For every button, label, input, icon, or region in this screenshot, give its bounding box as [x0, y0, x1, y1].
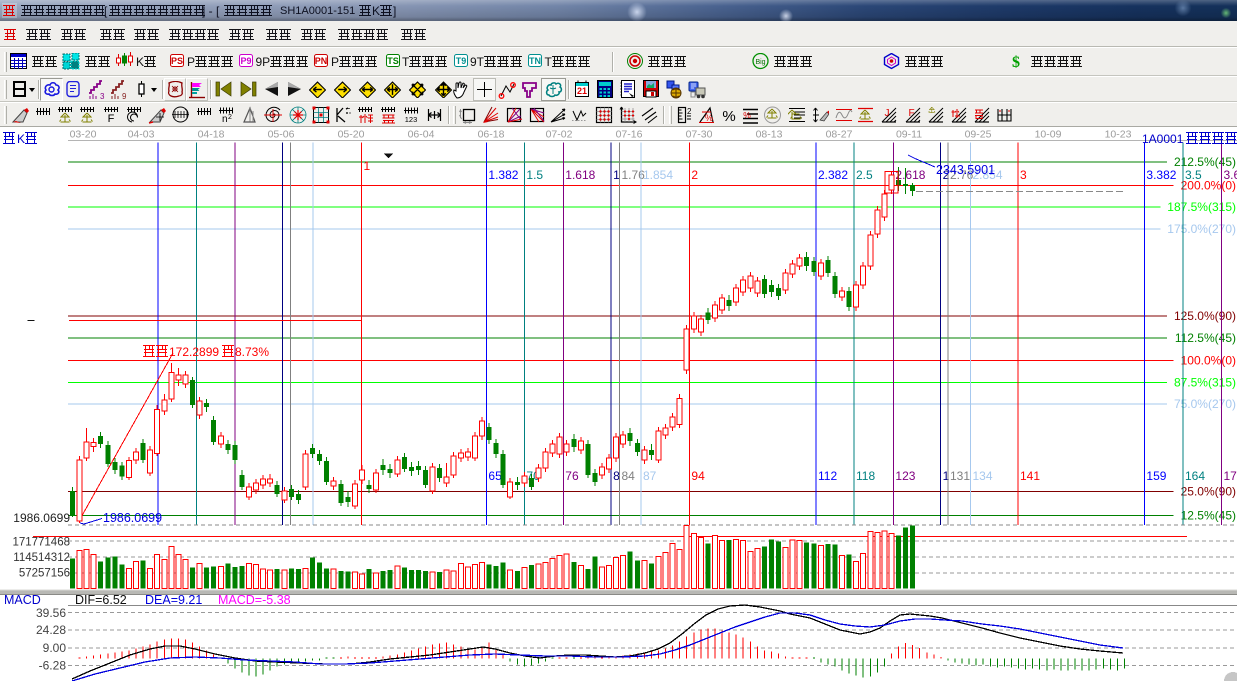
- svg-text:05-06: 05-06: [268, 129, 295, 141]
- svg-text:PS: PS: [171, 56, 183, 66]
- svg-text:164: 164: [1185, 469, 1205, 483]
- svg-text:%: %: [722, 108, 735, 125]
- svg-text:P9: P9: [240, 56, 251, 66]
- svg-text:$: $: [1012, 54, 1020, 70]
- svg-text:1: 1: [364, 159, 371, 173]
- svg-text:09-11: 09-11: [896, 129, 922, 141]
- svg-text:TS: TS: [387, 56, 399, 66]
- svg-text:39.56: 39.56: [36, 606, 66, 620]
- svg-text:DIF=6.52: DIF=6.52: [75, 593, 127, 607]
- svg-text:9.00: 9.00: [43, 641, 67, 655]
- svg-text:07-30: 07-30: [686, 129, 713, 141]
- svg-text:21: 21: [577, 86, 587, 96]
- svg-text:MACD: MACD: [4, 593, 41, 607]
- svg-text:118: 118: [856, 469, 875, 483]
- svg-text:08-27: 08-27: [826, 129, 853, 141]
- svg-text:2: 2: [687, 107, 692, 116]
- svg-text:131: 131: [950, 469, 970, 483]
- svg-text:10-09: 10-09: [1035, 129, 1062, 141]
- svg-text:09-25: 09-25: [965, 129, 992, 141]
- svg-text:100.0%(0): 100.0%(0): [1181, 354, 1236, 368]
- svg-text:F: F: [909, 108, 915, 119]
- svg-text:%: %: [743, 110, 751, 120]
- svg-text:24.28: 24.28: [36, 623, 66, 637]
- svg-text:1.618: 1.618: [565, 168, 595, 182]
- svg-text:2.382: 2.382: [818, 168, 848, 182]
- svg-text:112.5%(45): 112.5%(45): [1175, 331, 1236, 345]
- svg-text:F: F: [108, 113, 115, 124]
- svg-text:2.5: 2.5: [856, 168, 873, 182]
- svg-text:1986.0699: 1986.0699: [103, 511, 162, 525]
- svg-text:03-20: 03-20: [70, 129, 97, 141]
- svg-text:10-23: 10-23: [1105, 129, 1132, 141]
- svg-text:06-18: 06-18: [478, 129, 505, 141]
- svg-text:57257156: 57257156: [19, 568, 70, 580]
- svg-text:DEA=9.21: DEA=9.21: [145, 593, 202, 607]
- svg-text:134: 134: [973, 469, 993, 483]
- svg-text:1.854: 1.854: [643, 168, 673, 182]
- svg-text:65: 65: [488, 469, 502, 483]
- svg-text:8.73%: 8.73%: [235, 345, 269, 359]
- svg-text:25.0%(90): 25.0%(90): [1181, 485, 1236, 499]
- svg-text:3: 3: [1020, 168, 1027, 182]
- svg-text:112: 112: [818, 469, 837, 483]
- svg-text:06-04: 06-04: [408, 129, 435, 141]
- svg-text:3: 3: [100, 92, 105, 100]
- svg-text:159: 159: [1146, 469, 1166, 483]
- svg-text:3.382: 3.382: [1146, 168, 1176, 182]
- svg-text:%: %: [704, 113, 712, 123]
- svg-text:08-13: 08-13: [756, 129, 783, 141]
- svg-text:1: 1: [943, 469, 950, 483]
- svg-text:MACD=-5.38: MACD=-5.38: [218, 593, 291, 607]
- svg-text:04-18: 04-18: [198, 129, 225, 141]
- svg-text:07-16: 07-16: [616, 129, 643, 141]
- svg-text:170: 170: [1224, 469, 1237, 483]
- svg-text:3.6: 3.6: [1224, 168, 1237, 182]
- svg-text:04-03: 04-03: [128, 129, 155, 141]
- svg-text:1.5: 1.5: [526, 168, 543, 182]
- svg-text:T9: T9: [456, 56, 467, 66]
- svg-text:Big: Big: [755, 59, 765, 66]
- svg-text:187.5%(315): 187.5%(315): [1167, 200, 1236, 214]
- svg-text:2: 2: [691, 168, 698, 182]
- svg-text:12.5%(45): 12.5%(45): [1181, 509, 1236, 523]
- svg-text:1.382: 1.382: [488, 168, 518, 182]
- svg-text:2: 2: [228, 114, 232, 121]
- svg-text:n: n: [222, 114, 228, 124]
- svg-text:9: 9: [122, 92, 127, 100]
- svg-text:1.76: 1.76: [622, 168, 646, 182]
- svg-text:07-02: 07-02: [546, 129, 573, 141]
- svg-text:114514312: 114514312: [13, 552, 70, 564]
- svg-text:175.0%(270): 175.0%(270): [1167, 222, 1236, 236]
- svg-text:J: J: [885, 108, 890, 119]
- svg-text:76: 76: [565, 469, 579, 483]
- svg-text:3.5: 3.5: [1185, 168, 1202, 182]
- svg-text:TN: TN: [529, 56, 541, 66]
- svg-text:171771468: 171771468: [12, 537, 70, 549]
- svg-text:2.618: 2.618: [895, 168, 925, 182]
- svg-text:123: 123: [405, 115, 418, 124]
- svg-text:141: 141: [1020, 469, 1040, 483]
- svg-text:172.2899: 172.2899: [169, 345, 219, 359]
- svg-text:1A0001: 1A0001: [1142, 132, 1184, 146]
- svg-text:-6.28: -6.28: [39, 659, 67, 673]
- svg-text:87: 87: [643, 469, 657, 483]
- svg-text:84: 84: [622, 469, 636, 483]
- svg-text:1986.0699: 1986.0699: [13, 511, 70, 525]
- svg-text:94: 94: [691, 469, 705, 483]
- svg-text:K: K: [17, 132, 25, 146]
- svg-text:05-20: 05-20: [338, 129, 365, 141]
- svg-text:PN: PN: [315, 56, 328, 66]
- svg-text:2343.5901: 2343.5901: [936, 163, 995, 177]
- svg-text:123: 123: [895, 469, 915, 483]
